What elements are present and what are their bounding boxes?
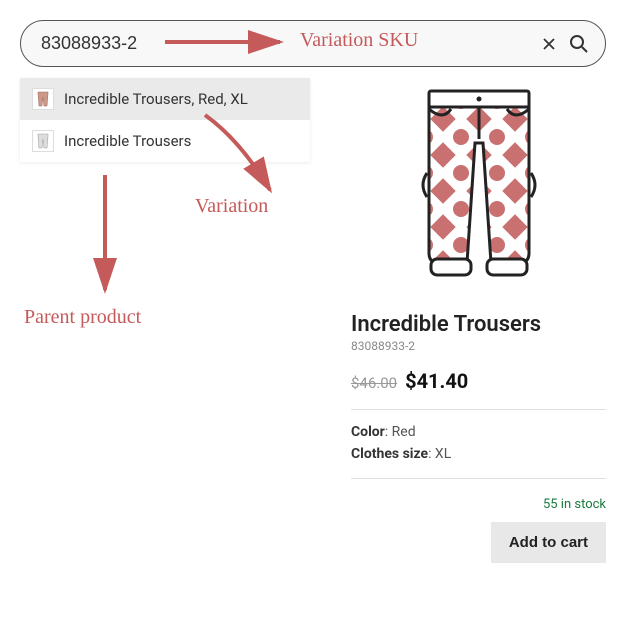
stock-label: 55 in stock <box>351 497 606 512</box>
attr-color: Color: Red <box>351 424 606 440</box>
price-old: $46.00 <box>351 374 397 392</box>
attr-size-label: Clothes size <box>351 446 428 462</box>
search-dropdown: Incredible Trousers, Red, XL Incredible … <box>20 78 310 162</box>
price-new: $41.40 <box>405 369 468 393</box>
annotation-variation: Variation <box>195 195 268 218</box>
dropdown-item-label: Incredible Trousers <box>64 132 191 150</box>
annotation-variation-sku: Variation SKU <box>300 29 418 52</box>
trousers-icon <box>32 130 54 152</box>
attr-color-label: Color <box>351 424 385 440</box>
trousers-icon <box>32 88 54 110</box>
arrow-icon <box>90 170 120 300</box>
attr-color-value: : Red <box>385 424 416 440</box>
attr-size-value: : XL <box>428 446 451 462</box>
search-input[interactable] <box>37 29 541 58</box>
price-row: $46.00 $41.40 <box>351 369 606 393</box>
dropdown-item-label: Incredible Trousers, Red, XL <box>64 90 248 108</box>
divider <box>351 409 606 410</box>
close-icon[interactable] <box>541 36 557 52</box>
product-image <box>351 78 606 298</box>
divider <box>351 478 606 479</box>
dropdown-item-parent[interactable]: Incredible Trousers <box>20 120 310 162</box>
product-title: Incredible Trousers <box>351 312 606 337</box>
dropdown-item-variation[interactable]: Incredible Trousers, Red, XL <box>20 78 310 120</box>
product-panel: Incredible Trousers 83088933-2 $46.00 $4… <box>351 78 606 563</box>
product-attrs: Color: Red Clothes size: XL <box>351 424 606 462</box>
add-to-cart-button[interactable]: Add to cart <box>491 522 606 563</box>
annotation-parent-product: Parent product <box>24 306 141 329</box>
product-sku: 83088933-2 <box>351 339 606 353</box>
attr-size: Clothes size: XL <box>351 446 606 462</box>
search-icon[interactable] <box>569 34 589 54</box>
